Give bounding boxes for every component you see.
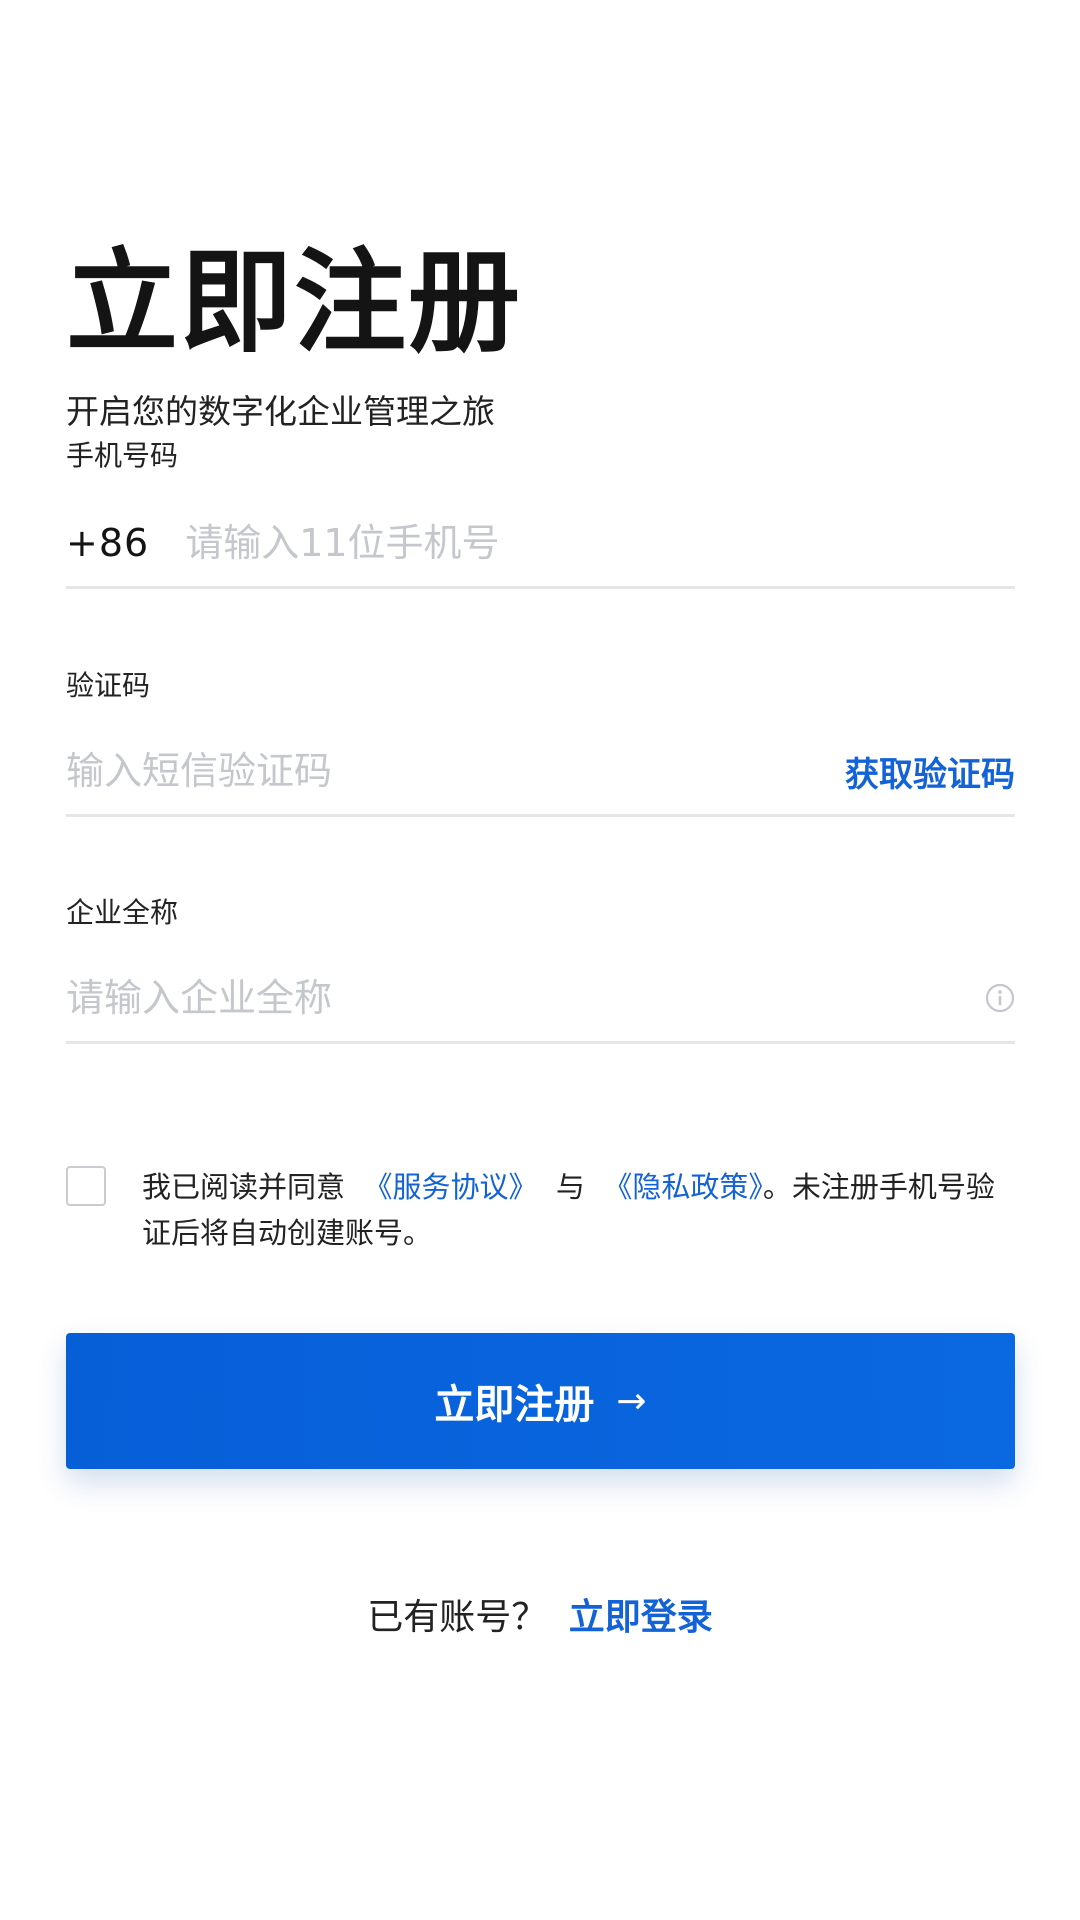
code-field: 获取验证码 (66, 728, 1015, 817)
page-title: 立即注册 (66, 238, 522, 368)
phone-label: 手机号码 (66, 439, 179, 472)
agreement-checkbox[interactable] (66, 1166, 106, 1206)
info-circle-icon[interactable] (985, 983, 1015, 1013)
phone-input[interactable] (185, 513, 1015, 573)
code-input[interactable] (66, 741, 845, 801)
get-code-button[interactable]: 获取验证码 (845, 747, 1015, 796)
code-label: 验证码 (66, 669, 151, 702)
register-button-label: 立即注册 (434, 1382, 595, 1428)
login-prompt: 已有账号？ (367, 1597, 548, 1638)
login-link[interactable]: 立即登录 (569, 1597, 713, 1638)
login-prompt-row: 已有账号？ 立即登录 (0, 1588, 1080, 1640)
agreement-conjunction: 与 (555, 1170, 585, 1204)
country-code[interactable]: +86 (66, 521, 149, 565)
page-subtitle: 开启您的数字化企业管理之旅 (66, 392, 495, 431)
company-label: 企业全称 (66, 896, 179, 929)
phone-field: +86 (66, 500, 1015, 589)
privacy-policy-link[interactable]: 《隐私政策》 (603, 1170, 763, 1204)
register-button[interactable]: 立即注册 → (66, 1333, 1015, 1469)
register-page: 立即注册 开启您的数字化企业管理之旅 手机号码 +86 验证码 获取验证码 企业… (0, 0, 1080, 1920)
company-input[interactable] (66, 968, 985, 1028)
agreement-prefix: 我已阅读并同意 (142, 1170, 346, 1204)
company-field (66, 955, 1015, 1044)
agreement-row: 我已阅读并同意 《服务协议》 与 《隐私政策》。未注册手机号验证后将自动创建账号… (66, 1164, 1015, 1256)
agreement-text: 我已阅读并同意 《服务协议》 与 《隐私政策》。未注册手机号验证后将自动创建账号… (142, 1164, 1012, 1256)
service-agreement-link[interactable]: 《服务协议》 (363, 1170, 537, 1204)
arrow-right-icon: → (616, 1380, 647, 1422)
